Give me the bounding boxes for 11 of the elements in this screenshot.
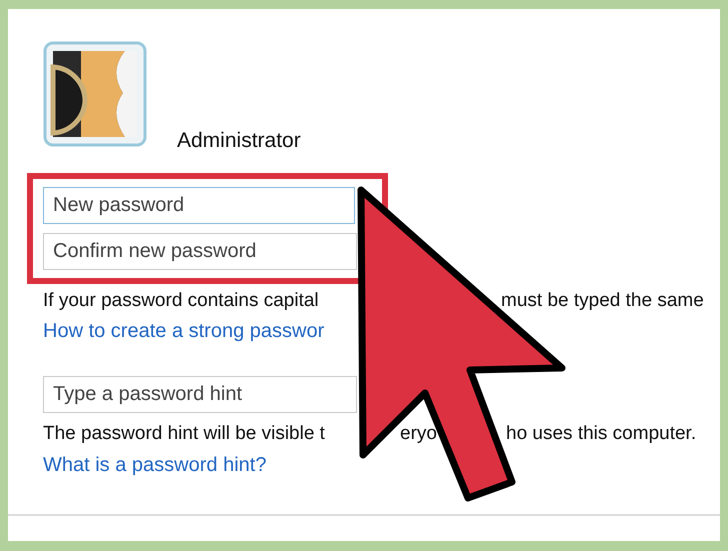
case-note-text: must be typed the same [501, 290, 704, 312]
hint-note-text: ho uses this computer. [506, 423, 696, 445]
password-hint-link[interactable]: What is a password hint? [43, 454, 266, 477]
hint-note-text: eryo [400, 423, 438, 445]
case-note-text: If your password contains capital [43, 290, 320, 312]
password-field[interactable]: Confirm new password [44, 234, 356, 269]
password-field[interactable]: New password [44, 188, 354, 223]
account-type: Administrator [177, 129, 301, 153]
hint-note-text: The password hint will be visible t [43, 423, 326, 445]
password-hint-field[interactable]: Type a password hint [44, 377, 356, 412]
strong-password-link[interactable]: How to create a strong passwor [43, 320, 324, 343]
